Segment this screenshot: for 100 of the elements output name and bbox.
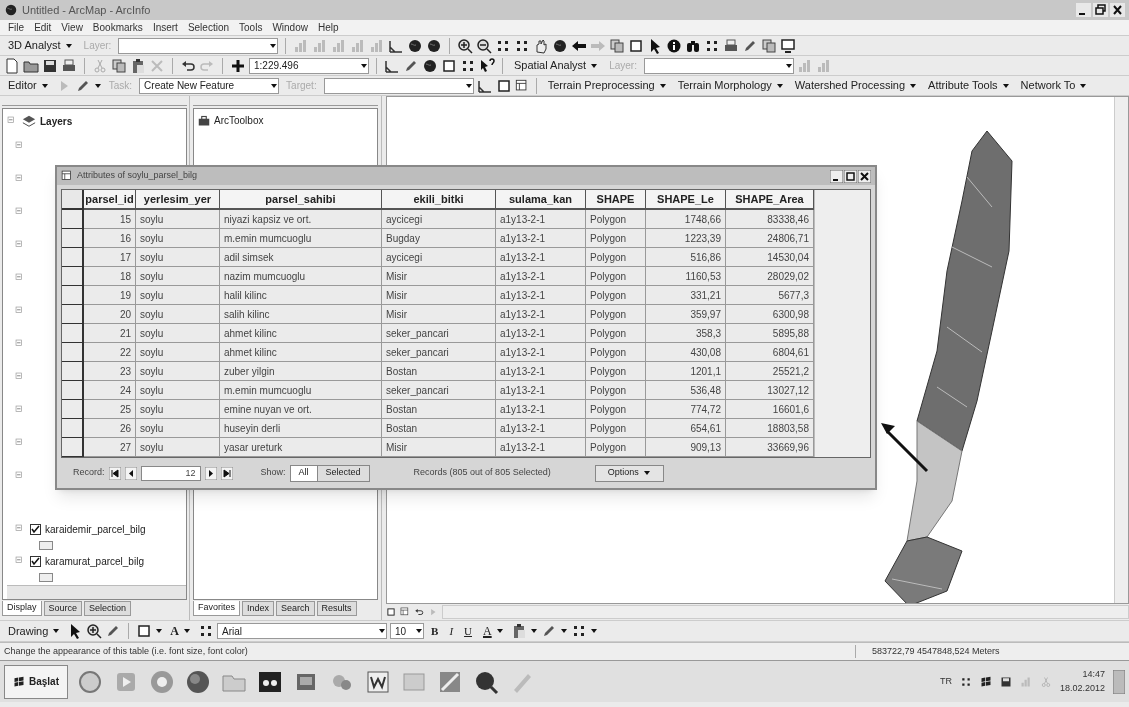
row-selector[interactable] — [62, 343, 84, 362]
tab[interactable]: Index — [242, 601, 275, 616]
zoom-in-icon[interactable] — [86, 623, 103, 639]
format-button[interactable]: U — [460, 622, 476, 640]
menu-item[interactable]: View — [61, 20, 83, 35]
scale-field[interactable]: 1:229.496 — [249, 57, 369, 74]
column-header[interactable]: SHAPE_Area — [726, 190, 814, 210]
analyst-menu[interactable]: 3D Analyst — [4, 36, 77, 55]
row-selector[interactable] — [62, 438, 84, 457]
globe-icon[interactable] — [407, 37, 424, 54]
last-record-icon[interactable] — [220, 466, 233, 480]
close-icon[interactable] — [1110, 3, 1125, 17]
target-field[interactable] — [323, 77, 474, 94]
paste-icon[interactable] — [130, 57, 146, 74]
format-button[interactable]: B — [427, 622, 443, 640]
column-header[interactable]: ekili_bitki — [382, 190, 496, 210]
tab[interactable]: Display — [2, 601, 42, 616]
close-icon[interactable] — [858, 169, 871, 183]
toolbar-menu[interactable]: Network To — [1016, 76, 1092, 95]
four-dots-icon[interactable] — [959, 675, 972, 688]
row-selector[interactable] — [62, 381, 84, 400]
monitor-icon[interactable] — [780, 37, 797, 54]
square-icon[interactable] — [136, 623, 153, 639]
font-color-button[interactable]: A — [479, 622, 508, 640]
font-field[interactable]: Arial — [217, 623, 388, 639]
help-pointer-icon[interactable] — [479, 57, 495, 74]
plus-icon[interactable] — [230, 57, 246, 74]
row-selector[interactable] — [62, 419, 84, 438]
row-selector[interactable] — [62, 400, 84, 419]
editor-menu[interactable]: Editor — [4, 76, 53, 95]
layer-field[interactable] — [643, 57, 794, 74]
table-icon[interactable] — [400, 607, 410, 617]
layer-field[interactable] — [118, 37, 279, 54]
new-file-icon[interactable] — [4, 57, 20, 74]
square-icon[interactable] — [441, 57, 457, 74]
menu-item[interactable]: Insert — [152, 20, 178, 35]
row-selector[interactable] — [62, 324, 84, 343]
menu-item[interactable]: File — [8, 20, 25, 35]
layer-name[interactable]: karaidemir_parcel_bilg — [45, 521, 146, 537]
row-selector[interactable] — [62, 210, 84, 229]
toggle-button[interactable]: All — [290, 465, 318, 481]
toggle-button[interactable]: Selected — [317, 465, 369, 481]
tab[interactable]: Search — [276, 601, 315, 616]
info-icon[interactable] — [666, 37, 683, 54]
record-field[interactable]: 12 — [140, 465, 201, 481]
column-header[interactable]: SHAPE_Le — [646, 190, 726, 210]
format-button[interactable]: I — [445, 622, 458, 640]
checkbox[interactable] — [30, 523, 41, 535]
menu-item[interactable]: Edit — [34, 20, 52, 35]
square-icon[interactable] — [386, 607, 396, 617]
column-header[interactable]: SHAPE — [586, 190, 646, 210]
menu-item[interactable]: Bookmarks — [92, 20, 143, 35]
layer-name[interactable]: karamurat_parcel_bilg — [45, 553, 144, 569]
first-record-icon[interactable] — [108, 466, 121, 480]
row-selector[interactable] — [62, 267, 84, 286]
globe-icon[interactable] — [422, 57, 438, 74]
toolbar-menu[interactable]: Watershed Processing — [790, 76, 922, 95]
tab[interactable]: Results — [316, 601, 357, 616]
options-button[interactable]: Options — [594, 464, 664, 482]
save-icon[interactable] — [999, 675, 1012, 688]
menu-item[interactable]: Selection — [187, 20, 230, 35]
menu-item[interactable]: Tools — [239, 20, 263, 35]
menu-item[interactable]: Help — [317, 20, 339, 35]
flag-icon[interactable] — [979, 675, 992, 688]
printer-icon[interactable] — [723, 37, 740, 54]
row-selector[interactable] — [62, 305, 84, 324]
text-tool-button[interactable]: A — [166, 622, 196, 640]
tab[interactable]: Source — [43, 601, 83, 616]
maximize-icon[interactable] — [844, 169, 857, 183]
toolbar-menu[interactable]: Terrain Preprocessing — [543, 76, 671, 95]
row-selector[interactable] — [62, 362, 84, 381]
hand-icon[interactable] — [533, 37, 550, 54]
menu-item[interactable]: Window — [272, 20, 308, 35]
square-icon[interactable] — [628, 37, 645, 54]
save-icon[interactable] — [42, 57, 58, 74]
copy-icon[interactable] — [761, 37, 778, 54]
restore-icon[interactable] — [1093, 3, 1108, 17]
globe-icon[interactable] — [426, 37, 443, 54]
zoom-in-icon[interactable] — [457, 37, 474, 54]
previous-record-icon[interactable] — [124, 466, 137, 480]
minimize-icon[interactable] — [1076, 3, 1091, 17]
drawing-menu[interactable]: Drawing — [4, 622, 65, 640]
header-corner[interactable] — [62, 190, 84, 210]
start-button[interactable]: Başlat — [4, 664, 68, 699]
analyst-menu[interactable]: Spatial Analyst — [510, 56, 603, 75]
checkbox[interactable] — [30, 555, 41, 567]
printer-icon[interactable] — [61, 57, 77, 74]
next-record-icon[interactable] — [204, 466, 217, 480]
undo-icon[interactable] — [414, 607, 424, 617]
language-indicator[interactable]: TR — [939, 674, 952, 689]
toolbar-menu[interactable]: Attribute Tools — [924, 76, 1014, 95]
column-header[interactable]: yerlesim_yer — [136, 190, 220, 210]
column-header[interactable]: parsel_id — [84, 190, 136, 210]
column-header[interactable]: sulama_kan — [496, 190, 586, 210]
copy-icon[interactable] — [609, 37, 626, 54]
row-selector[interactable] — [62, 286, 84, 305]
column-header[interactable]: parsel_sahibi — [220, 190, 382, 210]
tab[interactable]: Favorites — [193, 601, 240, 616]
task-field[interactable]: Create New Feature — [139, 77, 280, 94]
row-selector[interactable] — [62, 248, 84, 267]
